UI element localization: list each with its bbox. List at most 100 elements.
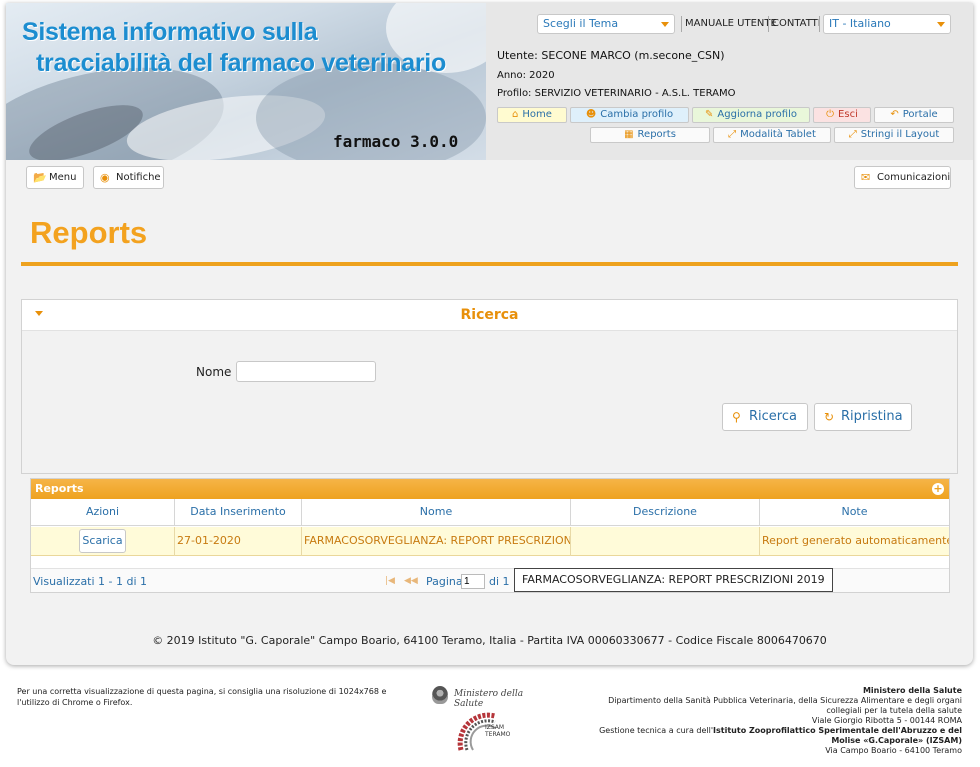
- app-window: Sistema informativo sulla tracciabilità …: [6, 3, 973, 665]
- tablet-mode-button[interactable]: ⤢ Modalità Tablet: [713, 127, 831, 143]
- pencil-icon: ✎: [705, 109, 714, 120]
- change-profile-button[interactable]: ☻ Cambia profilo: [570, 107, 689, 123]
- reset-button[interactable]: ↻ Ripristina: [814, 403, 912, 431]
- refresh-icon: ↻: [824, 410, 835, 424]
- search-panel-title: Ricerca: [460, 307, 519, 323]
- logout-button[interactable]: ⏻ Esci: [813, 107, 871, 123]
- search-panel-header[interactable]: Ricerca: [22, 300, 957, 331]
- user-icon: ☻: [585, 109, 597, 120]
- ministry-logo-text: Ministero della Salute: [454, 689, 524, 709]
- power-icon: ⏻: [826, 109, 835, 120]
- name-input[interactable]: [236, 361, 376, 382]
- ministry-info: Ministero della Salute Dipartimento dell…: [582, 686, 962, 756]
- cell-data-inserimento: 27-01-2020: [175, 527, 302, 556]
- tooltip: FARMACOSORVEGLIANZA: REPORT PRESCRIZIONI…: [514, 568, 833, 592]
- narrow-layout-label: Stringi il Layout: [860, 129, 940, 140]
- app-title: Sistema informativo sulla tracciabilità …: [22, 17, 446, 79]
- grid-caption: Reports +: [31, 479, 949, 499]
- theme-select-value: Scegli il Tema: [543, 17, 619, 30]
- chevron-down-icon: [937, 22, 945, 27]
- search-panel: Ricerca Nome ⚲ Ricerca ↻ Ripristina: [21, 299, 958, 474]
- izsam-logo[interactable]: IZSAM TERAMO: [455, 710, 547, 754]
- cell-note: Report generato automaticamente. Mo: [762, 534, 949, 547]
- chevron-down-icon: [661, 22, 669, 27]
- search-icon: ⚲: [732, 410, 741, 424]
- year-info: Anno: 2020: [497, 70, 555, 81]
- plus-circle-icon[interactable]: +: [932, 483, 944, 495]
- column-header-descrizione[interactable]: Descrizione: [571, 499, 760, 526]
- grid-header: Azioni Data Inserimento Nome Descrizione…: [31, 499, 949, 526]
- home-icon: ⌂: [512, 109, 519, 120]
- language-select[interactable]: IT - Italiano: [823, 14, 951, 34]
- folder-icon: 📂: [33, 171, 47, 184]
- portal-button[interactable]: ↶ Portale: [874, 107, 954, 123]
- divider: [819, 16, 820, 32]
- communications-label: Comunicazioni: [877, 172, 951, 183]
- narrow-layout-button[interactable]: ⤢ Stringi il Layout: [834, 127, 954, 143]
- header-banner: Sistema informativo sulla tracciabilità …: [6, 3, 486, 160]
- header-user-panel: Scegli il Tema MANUALE UTENTE CONTATTI I…: [486, 3, 973, 160]
- prev-page-icon[interactable]: ◀◀: [404, 576, 418, 586]
- tablet-mode-label: Modalità Tablet: [740, 129, 816, 140]
- ministry-address: Viale Giorgio Ribotta 5 - 00144 ROMA: [811, 716, 962, 725]
- contacts-link[interactable]: CONTATTI: [772, 18, 821, 29]
- menu-label: Menu: [49, 172, 77, 183]
- page-total: di 1: [489, 575, 510, 588]
- department-name: Dipartimento della Sanità Pubblica Veter…: [608, 696, 962, 715]
- table-row[interactable]: Scarica 27-01-2020 FARMACOSORVEGLIANZA: …: [31, 527, 949, 556]
- user-info: Utente: SECONE MARCO (m.secone_CSN): [497, 49, 725, 62]
- divider: [768, 16, 769, 32]
- language-select-value: IT - Italiano: [829, 17, 891, 30]
- izsam-logo-line2: TERAMO: [485, 731, 511, 738]
- divider: [681, 16, 682, 32]
- change-profile-label: Cambia profilo: [600, 109, 674, 120]
- reports-button[interactable]: ▦ Reports: [590, 127, 710, 143]
- theme-select[interactable]: Scegli il Tema: [537, 14, 675, 34]
- mail-icon: ✉: [861, 171, 871, 184]
- update-profile-label: Aggiorna profilo: [717, 109, 797, 120]
- expand-icon: ⤢: [728, 129, 737, 140]
- bell-icon: ◉: [100, 171, 110, 184]
- footer-copyright: © 2019 Istituto "G. Caporale" Campo Boar…: [152, 634, 827, 647]
- ministry-name: Ministero della Salute: [862, 686, 962, 695]
- app-version: farmaco 3.0.0: [333, 132, 459, 151]
- download-button[interactable]: Scarica: [79, 529, 126, 553]
- search-button[interactable]: ⚲ Ricerca: [722, 403, 808, 431]
- notifications-button[interactable]: ◉ Notifiche: [93, 166, 164, 189]
- ministry-logo[interactable]: Ministero della Salute: [432, 686, 550, 709]
- back-arrow-icon: ↶: [890, 109, 899, 120]
- izsam-address: Via Campo Boario - 64100 Teramo: [825, 746, 962, 755]
- app-title-line1: Sistema informativo sulla: [22, 18, 318, 46]
- name-label: Nome: [196, 365, 232, 379]
- page-number-input[interactable]: [461, 574, 485, 589]
- technical-management-prefix: Gestione tecnica a cura dell': [599, 726, 714, 735]
- reset-button-label: Ripristina: [841, 409, 903, 424]
- izsam-logo-line1: IZSAM: [485, 724, 505, 731]
- menu-button[interactable]: 📂 Menu: [26, 166, 84, 189]
- update-profile-button[interactable]: ✎ Aggiorna profilo: [692, 107, 810, 123]
- profile-info: Profilo: SERVIZIO VETERINARIO - A.S.L. T…: [497, 88, 736, 99]
- first-page-icon[interactable]: |◀: [385, 576, 395, 586]
- column-header-note[interactable]: Note: [760, 499, 949, 526]
- column-header-azioni[interactable]: Azioni: [31, 499, 175, 526]
- title-divider: [21, 262, 958, 266]
- report-icon: ▦: [624, 129, 634, 140]
- expand-icon: ⤢: [848, 129, 857, 140]
- emblem-icon: [432, 686, 448, 704]
- browser-recommendation: Per una corretta visualizzazione di ques…: [17, 687, 387, 707]
- column-header-nome[interactable]: Nome: [302, 499, 571, 526]
- home-button-label: Home: [522, 109, 552, 120]
- reports-label: Reports: [637, 129, 676, 140]
- page-label: Pagina: [426, 575, 463, 588]
- manual-link[interactable]: MANUALE UTENTE: [685, 18, 777, 29]
- cell-nome: FARMACOSORVEGLIANZA: REPORT PRESCRIZIONI…: [302, 527, 571, 556]
- home-button[interactable]: ⌂ Home: [497, 107, 567, 123]
- column-header-data-inserimento[interactable]: Data Inserimento: [175, 499, 302, 526]
- logout-label: Esci: [838, 109, 858, 120]
- cell-azioni: Scarica: [31, 527, 175, 556]
- communications-button[interactable]: ✉ Comunicazioni: [854, 166, 951, 189]
- izsam-logo-text: IZSAM TERAMO: [485, 724, 510, 738]
- app-title-line2: tracciabilità del farmaco veterinario: [36, 49, 446, 77]
- portal-label: Portale: [902, 109, 938, 120]
- page-title: Reports: [30, 215, 148, 250]
